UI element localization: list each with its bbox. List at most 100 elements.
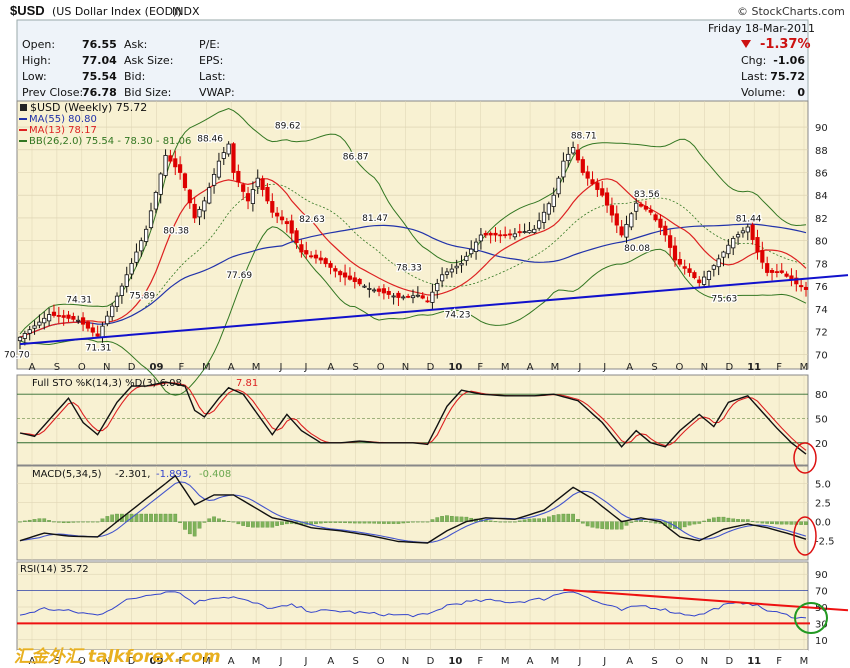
price-tick-label: 82: [815, 214, 828, 225]
month-label: A: [626, 362, 633, 373]
macd-histogram-bar: [357, 521, 362, 524]
price-annotation: 74.23: [445, 310, 471, 320]
candle: [37, 321, 42, 326]
candle: [105, 315, 110, 325]
month-label-bottom: O: [676, 656, 684, 667]
candle: [391, 295, 396, 298]
price-tick-label: 74: [815, 305, 828, 316]
candle: [376, 288, 382, 292]
macd-histogram-bar: [56, 521, 61, 523]
candle: [178, 164, 183, 173]
macd-histogram-bar: [692, 521, 697, 525]
month-label: J: [602, 362, 606, 373]
month-label-bottom: A: [327, 656, 334, 667]
candle: [197, 209, 202, 218]
candle: [745, 226, 750, 233]
macd-histogram-bar: [187, 521, 192, 535]
candle: [677, 259, 682, 265]
candle: [731, 238, 736, 249]
candle: [221, 152, 226, 159]
candle: [571, 147, 576, 154]
month-label-bottom: J: [303, 656, 307, 667]
macd-histogram-bar: [770, 521, 774, 525]
price-tick-label: 72: [815, 328, 828, 339]
macd-histogram-bar: [318, 521, 323, 524]
candle: [47, 314, 52, 322]
candle: [726, 244, 731, 255]
macd-histogram-bar: [542, 518, 546, 522]
month-label-bottom: A: [626, 656, 633, 667]
macd-histogram-bar: [246, 521, 250, 527]
quote-prevclose-label: Prev Close:: [22, 86, 83, 99]
macd-histogram-bar: [556, 514, 561, 522]
sto-tick-label: 80: [815, 390, 828, 401]
macd-histogram-bar: [537, 518, 541, 522]
candle: [672, 245, 678, 261]
candle: [144, 228, 149, 242]
month-label: D: [427, 362, 435, 373]
macd-histogram-bar: [508, 521, 512, 523]
macd-histogram-bar: [420, 521, 425, 523]
macd-histogram-bar: [449, 515, 454, 522]
candle: [124, 274, 129, 287]
candle: [507, 233, 513, 236]
macd-histogram-bar: [430, 519, 435, 522]
macd-histogram-bar: [76, 521, 81, 523]
macd-histogram-bar: [221, 519, 226, 522]
legend-macd-v2: -1.893,: [156, 469, 191, 480]
macd-histogram-bar: [52, 521, 56, 523]
candle: [294, 230, 299, 243]
macd-histogram-bar: [576, 519, 580, 522]
candle: [333, 268, 338, 272]
month-label: D: [128, 362, 136, 373]
quote-date: 18-Mar-2011: [745, 22, 815, 35]
month-label: M: [551, 362, 560, 373]
macd-histogram-bar: [37, 518, 42, 522]
candle: [590, 179, 595, 185]
macd-histogram-bar: [726, 517, 731, 522]
macd-histogram-bar: [634, 520, 639, 522]
month-label-bottom: N: [402, 656, 409, 667]
rsi-tick-label: 70: [815, 587, 828, 598]
candle: [357, 278, 362, 285]
month-label-bottom: J: [279, 656, 283, 667]
macd-histogram-bar: [32, 519, 37, 522]
candle: [32, 325, 37, 329]
candle: [241, 184, 246, 192]
candle: [61, 315, 66, 318]
macd-histogram-bar: [435, 517, 440, 522]
month-label-bottom: J: [577, 656, 581, 667]
macd-histogram-bar: [731, 518, 736, 522]
candle: [658, 218, 663, 228]
price-annotation: 86.87: [343, 153, 369, 163]
macd-tick-label: 5.0: [815, 479, 831, 490]
month-label: S: [54, 362, 60, 373]
candle: [449, 268, 454, 273]
month-label-bottom: F: [776, 656, 782, 667]
macd-histogram-bar: [81, 521, 85, 523]
rsi-legend: RSI(14) 35.72: [20, 564, 89, 575]
quote-chg-label: Chg:: [741, 54, 766, 67]
stock-chart: $USD (US Dollar Index (EOD)) INDX © Stoc…: [3, 3, 849, 667]
macd-histogram-bar: [755, 521, 760, 523]
candle: [532, 228, 537, 233]
macd-histogram-bar: [711, 517, 716, 522]
candle: [42, 317, 47, 324]
candle: [464, 255, 469, 262]
candle: [289, 220, 294, 234]
month-label-bottom: O: [377, 656, 385, 667]
month-label-bottom: 10: [448, 656, 462, 667]
macd-histogram-bar: [644, 521, 648, 522]
month-label: N: [103, 362, 110, 373]
macd-histogram-bar: [804, 521, 808, 525]
macd-histogram-bar: [721, 516, 726, 522]
month-label: A: [327, 362, 334, 373]
candle: [638, 204, 644, 207]
month-label: F: [179, 362, 185, 373]
month-label: S: [353, 362, 359, 373]
candle: [634, 202, 639, 212]
month-label: A: [228, 362, 235, 373]
month-label: N: [402, 362, 409, 373]
macd-histogram-bar: [799, 521, 803, 525]
macd-histogram-bar: [212, 516, 216, 522]
